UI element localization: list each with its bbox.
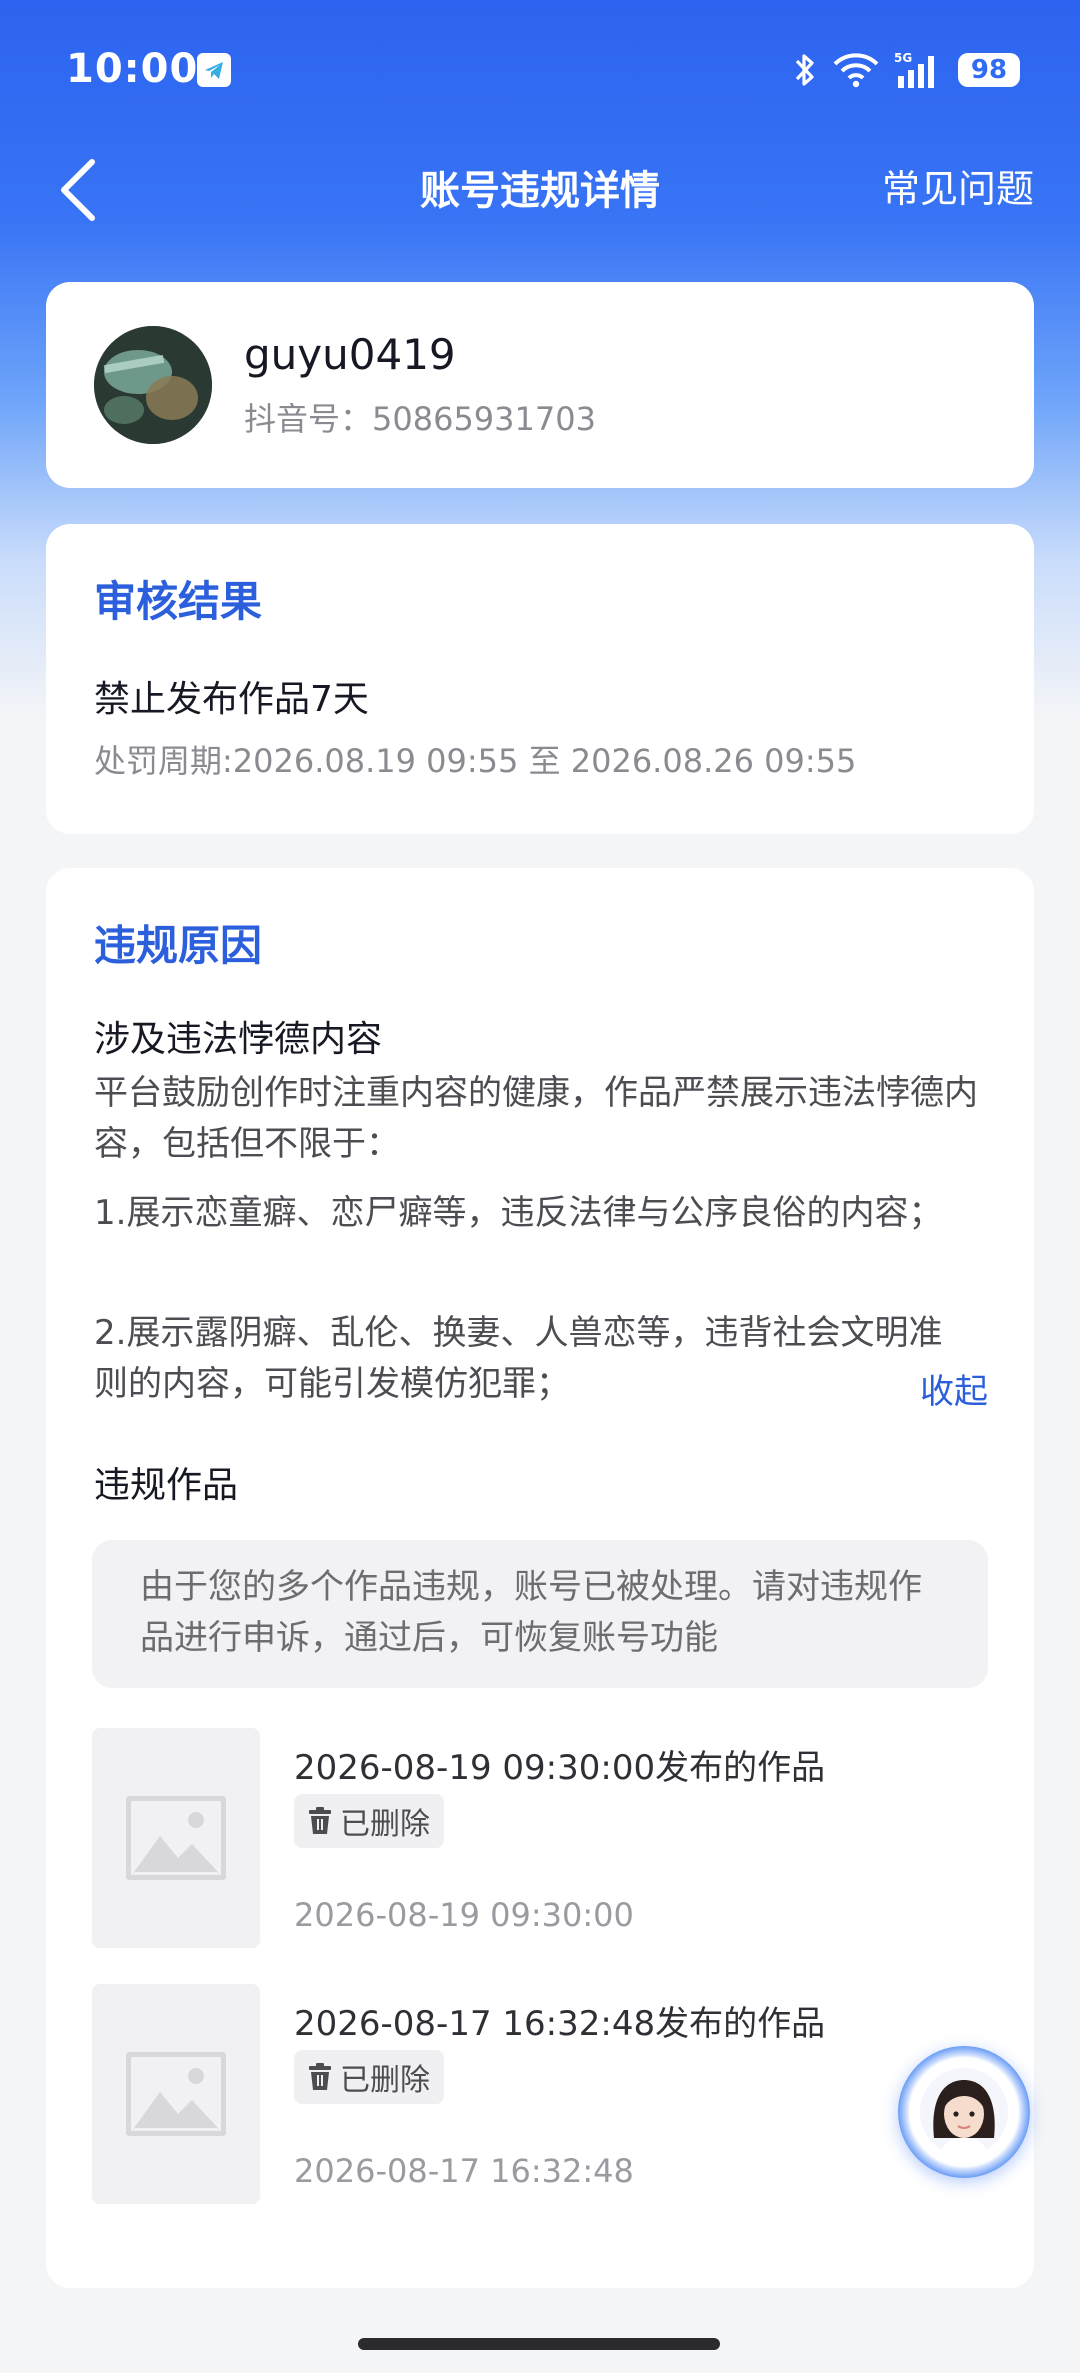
reason-item-1: 1.展示恋童癖、恋尸癖等，违反法律与公序良俗的内容； <box>94 1193 943 1233</box>
wifi-icon <box>833 53 879 88</box>
deleted-badge: 已删除 <box>294 1794 444 1848</box>
profile-card: guyu0419 抖音号：50865931703 <box>46 282 1034 488</box>
image-placeholder-icon <box>126 2052 226 2136</box>
reason-item-2: 2.展示露阴癖、乱伦、换妻、人兽恋等，违背社会文明准则的内容，可能引发模仿犯罪； <box>94 1313 943 1404</box>
douyin-id: 抖音号：50865931703 <box>244 400 596 438</box>
assistant-button[interactable] <box>898 2046 1030 2178</box>
status-time: 10:00 <box>66 46 199 92</box>
review-result-title: 审核结果 <box>94 577 263 626</box>
telegram-icon <box>197 53 231 87</box>
nav-bar: 账号违规详情 常见问题 <box>0 140 1080 240</box>
work-time: 2026-08-19 09:30:00 <box>294 1896 634 1934</box>
deleted-label: 已删除 <box>340 2063 430 2098</box>
violating-works-title: 违规作品 <box>94 1465 239 1506</box>
image-placeholder-icon <box>126 1796 226 1880</box>
collapse-button[interactable]: 收起 <box>920 1364 988 1413</box>
work-item[interactable]: 2026-08-19 09:30:00发布的作品 已删除 2026-08-19 … <box>92 1728 988 1948</box>
work-item[interactable]: 2026-08-17 16:32:48发布的作品 已删除 2026-08-17 … <box>92 1984 988 2204</box>
signal-5g-icon: 5G <box>894 51 934 88</box>
violation-reason-title: 违规原因 <box>94 921 263 970</box>
battery-indicator: 98 <box>958 53 1020 87</box>
home-indicator <box>358 2338 720 2350</box>
work-thumbnail <box>92 1984 260 2204</box>
review-result-card: 审核结果 禁止发布作品7天 处罚周期:2026.08.19 09:55 至 20… <box>46 524 1034 834</box>
deleted-label: 已删除 <box>340 1807 430 1842</box>
work-time: 2026-08-17 16:32:48 <box>294 2152 634 2190</box>
trash-icon <box>309 2063 331 2090</box>
reason-heading: 涉及违法悖德内容 <box>94 1019 383 1060</box>
trash-icon <box>309 1807 331 1834</box>
deleted-badge: 已删除 <box>294 2050 444 2104</box>
appeal-notice-text: 由于您的多个作品违规，账号已被处理。请对违规作品进行申诉，通过后，可恢复账号功能 <box>140 1567 922 1658</box>
appeal-notice: 由于您的多个作品违规，账号已被处理。请对违规作品进行申诉，通过后，可恢复账号功能 <box>92 1540 988 1688</box>
username: guyu0419 <box>244 330 456 379</box>
violation-reason-card: 违规原因 涉及违法悖德内容 平台鼓励创作时注重内容的健康，作品严禁展示违法悖德内… <box>46 868 1034 2288</box>
reason-intro: 平台鼓励创作时注重内容的健康，作品严禁展示违法悖德内容，包括但不限于： <box>94 1073 978 1164</box>
faq-link[interactable]: 常见问题 <box>882 158 1034 213</box>
work-title: 2026-08-19 09:30:00发布的作品 <box>294 1748 826 1788</box>
bluetooth-icon <box>795 54 814 86</box>
status-icons: 5G 98 <box>792 50 1020 90</box>
svg-text:5G: 5G <box>894 51 912 65</box>
penalty-period: 处罚周期:2026.08.19 09:55 至 2026.08.26 09:55 <box>94 742 857 780</box>
avatar[interactable] <box>94 326 212 444</box>
assistant-avatar-icon <box>920 2068 1008 2156</box>
work-title: 2026-08-17 16:32:48发布的作品 <box>294 2004 826 2044</box>
status-bar: 10:00 5G 98 <box>0 0 1080 140</box>
penalty-text: 禁止发布作品7天 <box>94 679 369 720</box>
avatar-image <box>94 326 212 444</box>
work-thumbnail <box>92 1728 260 1948</box>
